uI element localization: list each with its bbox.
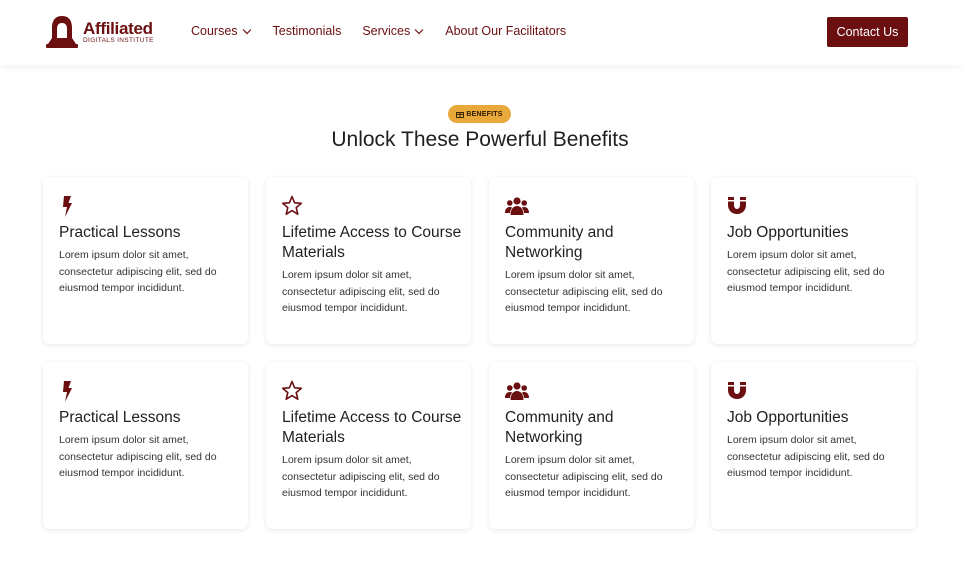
chevron-down-icon xyxy=(242,28,251,34)
card-title: Lifetime Access to Course Materials xyxy=(282,409,462,446)
nav-item-courses[interactable]: Courses xyxy=(191,24,252,38)
card-description: Lorem ipsum dolor sit amet, consectetur … xyxy=(282,269,440,314)
benefit-card: Community and Networking Lorem ipsum dol… xyxy=(489,177,694,344)
nav-item-label: About Our Facilitators xyxy=(445,24,567,38)
nav-item-label: Testimonials xyxy=(272,24,342,38)
benefit-card: Lifetime Access to Course Materials Lore… xyxy=(266,362,471,529)
benefit-card: Practical Lessons Lorem ipsum dolor sit … xyxy=(43,177,248,344)
contact-us-button[interactable]: Contact Us xyxy=(827,17,908,47)
card-description: Lorem ipsum dolor sit amet, consectetur … xyxy=(505,454,663,499)
nav-item-services[interactable]: Services xyxy=(362,24,424,38)
benefits-badge: BENEFITS xyxy=(448,105,511,123)
nav-item-about-facilitators[interactable]: About Our Facilitators xyxy=(445,24,566,38)
star-icon xyxy=(282,380,303,400)
magnet-icon xyxy=(728,382,746,399)
badge-label: BENEFITS xyxy=(466,110,503,118)
users-icon xyxy=(505,197,529,215)
users-icon xyxy=(505,382,529,400)
card-title: Community and Networking xyxy=(505,409,614,446)
gift-icon xyxy=(456,112,465,118)
card-title: Practical Lessons xyxy=(59,409,181,426)
logo[interactable]: Affiliated DIGITALS INSTITUTE xyxy=(43,14,154,50)
logo-name: Affiliated xyxy=(83,18,153,38)
card-title: Practical Lessons xyxy=(59,224,181,241)
benefit-card: Job Opportunities Lorem ipsum dolor sit … xyxy=(711,362,916,529)
card-description: Lorem ipsum dolor sit amet, consectetur … xyxy=(727,434,885,479)
site-header: Affiliated DIGITALS INSTITUTE Courses Te… xyxy=(0,0,964,65)
benefit-card: Practical Lessons Lorem ipsum dolor sit … xyxy=(43,362,248,529)
card-description: Lorem ipsum dolor sit amet, consectetur … xyxy=(59,434,217,479)
card-title: Job Opportunities xyxy=(727,224,849,241)
card-description: Lorem ipsum dolor sit amet, consectetur … xyxy=(727,249,885,294)
card-title: Job Opportunities xyxy=(727,409,849,426)
magnet-icon xyxy=(728,197,746,214)
nav-item-testimonials[interactable]: Testimonials xyxy=(273,24,342,38)
card-description: Lorem ipsum dolor sit amet, consectetur … xyxy=(282,454,440,499)
nav-item-label: Courses xyxy=(191,24,238,38)
chevron-down-icon xyxy=(414,28,424,34)
card-description: Lorem ipsum dolor sit amet, consectetur … xyxy=(59,249,217,294)
card-description: Lorem ipsum dolor sit amet, consectetur … xyxy=(505,269,663,314)
logo-subtitle: DIGITALS INSTITUTE xyxy=(83,36,154,44)
benefit-card: Job Opportunities Lorem ipsum dolor sit … xyxy=(711,177,916,344)
section-title: Unlock These Powerful Benefits xyxy=(331,128,629,151)
nav-item-label: Services xyxy=(362,24,411,38)
main-nav: Courses Testimonials Services About Our … xyxy=(191,24,587,38)
card-title: Community and Networking xyxy=(505,224,614,261)
star-icon xyxy=(282,195,303,215)
card-title: Lifetime Access to Course Materials xyxy=(282,224,462,261)
benefit-card: Community and Networking Lorem ipsum dol… xyxy=(489,362,694,529)
lightning-icon xyxy=(63,196,72,217)
lightning-icon xyxy=(63,381,72,402)
logo-bell-icon xyxy=(46,16,78,48)
benefit-card: Lifetime Access to Course Materials Lore… xyxy=(266,177,471,344)
